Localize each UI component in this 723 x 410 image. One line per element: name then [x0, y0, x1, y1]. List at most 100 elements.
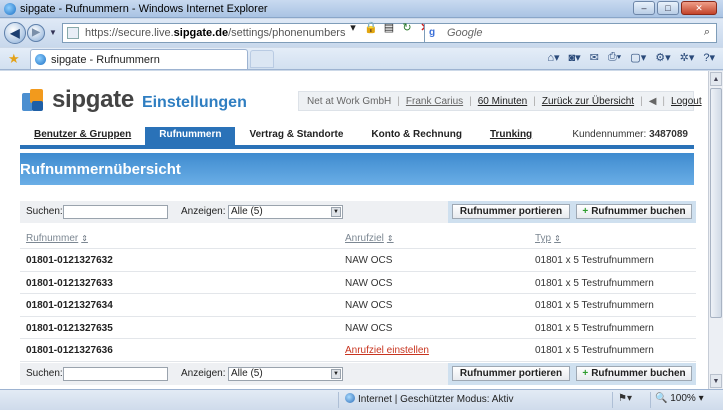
scroll-up-icon[interactable]: ▲ — [710, 72, 722, 86]
url-path: /settings/phonenumbers — [228, 27, 346, 39]
help-icon[interactable]: ?▾ — [703, 51, 715, 64]
table-row[interactable]: 01801-0121327633 NAW OCS 01801 x 5 Testr… — [20, 272, 696, 295]
google-icon: g — [429, 27, 436, 38]
book-number-button[interactable]: + Rufnummer buchen — [576, 204, 692, 219]
search-input[interactable] — [63, 205, 168, 219]
row-target: NAW OCS — [345, 300, 393, 312]
search-icon[interactable]: ⌕ — [704, 26, 710, 39]
print-icon[interactable]: ⎙▾ — [608, 51, 621, 64]
customer-number: Kundennummer: 3487089 — [558, 127, 694, 145]
logout-link[interactable]: Logout — [671, 96, 702, 107]
url-text: https://secure.live.sipgate.de/settings/… — [85, 27, 345, 39]
col-type-header[interactable]: Typ ⇕ — [535, 233, 561, 244]
tab-favicon-icon — [35, 54, 46, 65]
security-zone[interactable]: Internet | Geschützter Modus: Aktiv — [345, 393, 513, 405]
section-title: Einstellungen — [141, 94, 247, 111]
user-link[interactable]: Frank Carius — [406, 96, 463, 107]
nav-phonenumbers[interactable]: Rufnummern — [145, 127, 236, 145]
chevron-down-icon: ▼ — [331, 207, 341, 217]
forward-button[interactable]: ▶ — [27, 24, 45, 42]
sort-icon: ⇕ — [81, 234, 88, 243]
show-select-bottom[interactable]: Alle (5) ▼ — [228, 367, 343, 381]
row-number: 01801-0121327634 — [26, 300, 113, 312]
button-group-top: Rufnummer portieren + Rufnummer buchen — [448, 201, 696, 223]
page-menu-icon[interactable]: ▢▾ — [630, 51, 646, 64]
history-dropdown-icon[interactable]: ▼ — [49, 28, 57, 37]
page-icon — [67, 27, 79, 39]
vertical-scrollbar[interactable]: ▲ ▼ — [708, 71, 723, 389]
row-target: NAW OCS — [345, 255, 393, 266]
nav-contract-locations[interactable]: Vertrag & Standorte — [235, 127, 357, 145]
tab-bar: ★ sipgate - Rufnummern ⌂▾ ◙▾ ✉ ⎙▾ ▢▾ ⚙▾ … — [0, 48, 723, 70]
table-row[interactable]: 01801-0121327634 NAW OCS 01801 x 5 Testr… — [20, 294, 696, 317]
minimize-button[interactable]: – — [633, 1, 655, 15]
back-overview-link[interactable]: Zurück zur Übersicht — [542, 96, 634, 107]
company-name: Net at Work GmbH — [307, 95, 392, 107]
new-tab-button[interactable] — [250, 50, 274, 68]
nav-users-groups[interactable]: Benutzer & Gruppen — [20, 127, 145, 145]
nav-account-billing[interactable]: Konto & Rechnung — [357, 127, 476, 145]
url-prefix: https://secure.live. — [85, 27, 174, 39]
show-select-value: Alle (5) — [231, 368, 263, 379]
tab-sipgate[interactable]: sipgate - Rufnummern — [30, 49, 248, 69]
search-box[interactable]: g Google ⌕ — [424, 23, 717, 43]
lock-icon[interactable]: 🔒 — [364, 21, 378, 35]
table-row[interactable]: 01801-0121327632 NAW OCS 01801 x 5 Testr… — [20, 249, 696, 272]
table-row[interactable]: 01801-0121327635 NAW OCS 01801 x 5 Testr… — [20, 317, 696, 340]
brand-name: sipgate — [52, 86, 134, 113]
command-bar: ⌂▾ ◙▾ ✉ ⎙▾ ▢▾ ⚙▾ ✲▾ ?▾ — [547, 51, 715, 64]
show-label: Anzeigen: — [181, 368, 226, 379]
speaker-icon[interactable]: ◀ — [649, 96, 657, 107]
zoom-level[interactable]: 🔍 100% ▾ — [655, 393, 704, 404]
mail-icon[interactable]: ✉ — [590, 51, 599, 64]
zoom-value: 100% — [670, 393, 696, 404]
home-icon[interactable]: ⌂▾ — [547, 51, 559, 64]
address-dropdown-icon[interactable]: ▾ — [346, 21, 360, 35]
maximize-button[interactable]: □ — [657, 1, 679, 15]
table-header: Rufnummer ⇕ Anrufziel ⇕ Typ ⇕ — [20, 229, 696, 249]
window-titlebar: sipgate - Rufnummern - Windows Internet … — [0, 0, 723, 18]
account-bar: Net at Work GmbH | Frank Carius | 60 Min… — [298, 91, 702, 111]
port-number-button[interactable]: Rufnummer portieren — [452, 204, 570, 219]
show-select[interactable]: Alle (5) ▼ — [228, 205, 343, 219]
sipgate-logo-icon — [20, 87, 46, 113]
scroll-down-icon[interactable]: ▼ — [710, 374, 722, 388]
col-number-header[interactable]: Rufnummer ⇕ — [26, 233, 88, 244]
row-number: 01801-0121327635 — [26, 322, 113, 334]
set-target-link[interactable]: Anrufziel einstellen — [345, 345, 429, 356]
search-input-bottom[interactable] — [63, 367, 168, 381]
row-target: NAW OCS — [345, 277, 393, 289]
close-window-button[interactable]: ✕ — [681, 1, 717, 15]
book-number-button-bottom[interactable]: + Rufnummer buchen — [576, 366, 692, 381]
search-placeholder: Google — [447, 27, 483, 39]
port-number-button-bottom[interactable]: Rufnummer portieren — [452, 366, 570, 381]
filter-bar-top: Suchen: Anzeigen: Alle (5) ▼ Rufnummer p… — [20, 201, 696, 223]
nav-trunking[interactable]: Trunking — [476, 127, 546, 145]
refresh-icon[interactable]: ↻ — [400, 21, 414, 35]
book-number-label: Rufnummer buchen — [591, 206, 686, 217]
protected-mode-icon[interactable]: ⚑▾ — [618, 393, 632, 404]
button-group-bottom: Rufnummer portieren + Rufnummer buchen — [448, 363, 696, 385]
plus-icon: + — [582, 368, 589, 379]
col-target-header[interactable]: Anrufziel ⇕ — [345, 233, 394, 244]
sort-icon: ⇕ — [386, 234, 394, 243]
scroll-thumb[interactable] — [710, 88, 722, 318]
back-button[interactable]: ◀ — [4, 22, 26, 44]
favorites-star-icon[interactable]: ★ — [8, 51, 20, 67]
address-bar-row: ◀ ▶ ▼ https://secure.live.sipgate.de/set… — [0, 19, 723, 47]
row-type: 01801 x 5 Testrufnummern — [535, 300, 654, 312]
page-title: Rufnummernübersicht — [20, 161, 181, 178]
row-number: 01801-0121327633 — [26, 277, 113, 289]
search-label: Suchen: — [26, 368, 63, 379]
sipgate-logo[interactable]: sipgate Einstellungen — [20, 86, 247, 114]
feeds-icon[interactable]: ◙▾ — [568, 51, 580, 64]
show-select-value: Alle (5) — [231, 206, 263, 217]
minutes-link[interactable]: 60 Minuten — [478, 96, 527, 107]
table-row[interactable]: 01801-0121327636 Anrufziel einstellen 01… — [20, 339, 696, 362]
phonenumbers-table: Rufnummer ⇕ Anrufziel ⇕ Typ ⇕ 01801-0121327… — [20, 229, 696, 362]
compat-view-icon[interactable]: ▤ — [382, 21, 396, 35]
safety-menu-icon[interactable]: ⚙▾ — [655, 51, 670, 64]
tools-menu-icon[interactable]: ✲▾ — [680, 51, 695, 64]
globe-icon — [345, 393, 355, 403]
url-domain: sipgate.de — [173, 27, 229, 39]
